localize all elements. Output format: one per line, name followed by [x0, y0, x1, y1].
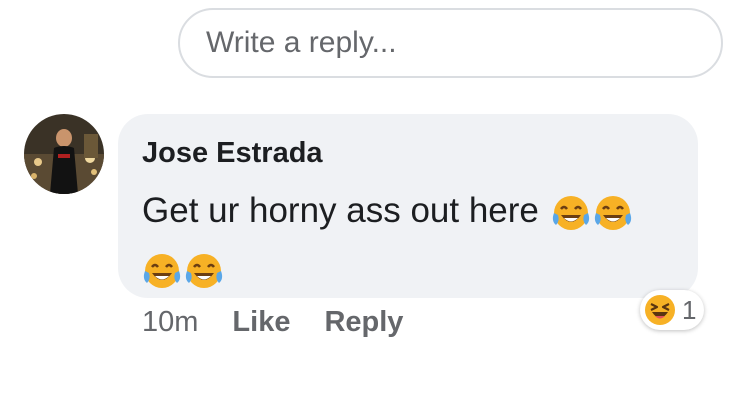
- laughing-squint-face-icon: [645, 295, 675, 325]
- comment-bubble: Jose Estrada Get ur horny ass out here: [118, 114, 698, 298]
- face-with-tears-of-joy-icon: [143, 253, 181, 288]
- face-with-tears-of-joy-icon: [185, 253, 223, 288]
- like-button[interactable]: Like: [232, 306, 290, 339]
- reply-box[interactable]: [178, 8, 723, 78]
- reaction-count: 1: [682, 294, 697, 325]
- comment-text: Get ur horny ass out here: [142, 182, 674, 298]
- comment-timestamp[interactable]: 10m: [142, 306, 198, 339]
- comment-body: Get ur horny ass out here: [142, 191, 539, 230]
- reply-button[interactable]: Reply: [324, 306, 403, 339]
- avatar-photo: [24, 114, 104, 194]
- reply-input[interactable]: [204, 25, 721, 61]
- comment-author[interactable]: Jose Estrada: [142, 136, 674, 170]
- comment-actions: 10m Like Reply: [142, 306, 437, 339]
- face-with-tears-of-joy-icon: [594, 195, 631, 230]
- avatar[interactable]: [24, 114, 104, 194]
- face-with-tears-of-joy-icon: [552, 195, 589, 230]
- reaction-summary[interactable]: 1: [640, 290, 705, 330]
